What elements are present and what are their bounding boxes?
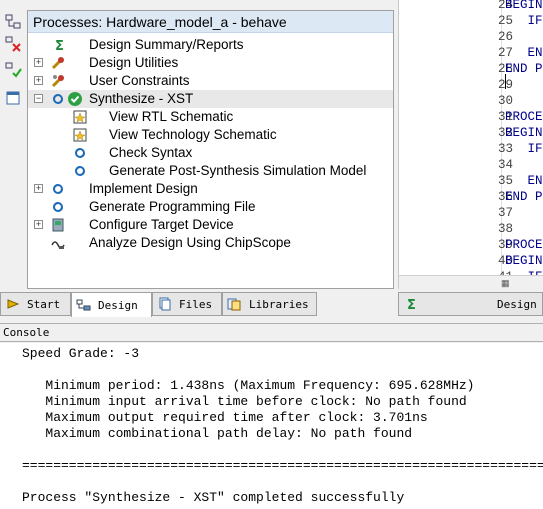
start-icon bbox=[5, 296, 21, 312]
svg-text:Σ: Σ bbox=[407, 298, 416, 311]
run-icon bbox=[50, 181, 66, 197]
line-number: 26 bbox=[497, 30, 513, 44]
console-line: Minimum input arrival time before clock:… bbox=[22, 394, 467, 409]
left-toolbar bbox=[0, 0, 27, 289]
process-item-synthesize-xst[interactable]: − Synthesize - XST bbox=[28, 90, 393, 108]
tab-libraries[interactable]: Libraries bbox=[222, 292, 317, 316]
svg-text:Σ: Σ bbox=[55, 39, 64, 52]
code-editor[interactable]: 24BEGIN25 IF2627 EN28END P293031PROCE32B… bbox=[398, 0, 543, 289]
collapse-icon[interactable]: − bbox=[34, 94, 43, 103]
processes-panel: Processes: Hardware_model_a - behave Σ D… bbox=[27, 10, 394, 289]
scroll-right-arrow-icon[interactable]: ▦ bbox=[501, 278, 510, 289]
code-line: EN bbox=[505, 174, 543, 188]
console-line: Maximum combinational path delay: No pat… bbox=[22, 426, 413, 441]
expand-icon[interactable]: + bbox=[34, 76, 43, 85]
process-item-check-syntax[interactable]: Check Syntax bbox=[28, 144, 393, 162]
process-item-implement-design[interactable]: + Implement Design bbox=[28, 180, 393, 198]
run-icon bbox=[50, 199, 66, 215]
process-item-view-technology-schematic[interactable]: View Technology Schematic bbox=[28, 126, 393, 144]
code-line: IF bbox=[505, 142, 543, 156]
process-item-user-constraints[interactable]: + User Constraints bbox=[28, 72, 393, 90]
line-number: 38 bbox=[497, 222, 513, 236]
design-icon bbox=[76, 297, 92, 313]
constraints-icon bbox=[50, 73, 66, 89]
expand-icon[interactable]: + bbox=[34, 58, 43, 67]
chipscope-icon bbox=[50, 235, 66, 251]
code-line: END P bbox=[505, 190, 543, 204]
code-line: BEGIN bbox=[505, 254, 543, 268]
window-icon[interactable] bbox=[3, 88, 23, 108]
tools-icon bbox=[50, 55, 66, 71]
process-item-design-summary[interactable]: Σ Design Summary/Reports bbox=[28, 36, 393, 54]
process-item-generate-programming-file[interactable]: Generate Programming File bbox=[28, 198, 393, 216]
tab-start[interactable]: Start bbox=[0, 292, 71, 316]
check-icon bbox=[67, 91, 83, 107]
tab-files[interactable]: Files bbox=[152, 292, 222, 316]
line-number: 37 bbox=[497, 206, 513, 220]
console-title: Console bbox=[0, 323, 543, 342]
expand-icon[interactable]: + bbox=[34, 220, 43, 229]
process-item-configure-target-device[interactable]: + Configure Target Device bbox=[28, 216, 393, 234]
console-line: Maximum output required time after clock… bbox=[22, 410, 428, 425]
run-icon bbox=[50, 91, 66, 107]
process-item-design-utilities[interactable]: + Design Utilities bbox=[28, 54, 393, 72]
check-hierarchy-icon[interactable] bbox=[3, 60, 23, 80]
rtl-schematic-icon bbox=[72, 109, 88, 125]
code-line: PROCE bbox=[505, 110, 543, 124]
right-tab-bar: Σ Design bbox=[398, 292, 543, 317]
console-line: Process "Synthesize - XST" completed suc… bbox=[22, 490, 405, 505]
expand-icon[interactable]: + bbox=[34, 184, 43, 193]
process-item-view-rtl-schematic[interactable]: View RTL Schematic bbox=[28, 108, 393, 126]
processes-header: Processes: Hardware_model_a - behave bbox=[28, 11, 393, 33]
remove-icon[interactable] bbox=[3, 34, 23, 54]
console-line: ========================================… bbox=[22, 458, 543, 473]
horizontal-scrollbar[interactable]: ▦ bbox=[399, 275, 543, 289]
tab-design-right[interactable]: Σ Design bbox=[398, 292, 543, 316]
run-icon bbox=[72, 163, 88, 179]
run-icon bbox=[72, 145, 88, 161]
console-line: Minimum period: 1.438ns (Maximum Frequen… bbox=[22, 378, 475, 393]
text-cursor bbox=[505, 74, 506, 89]
code-line: EN bbox=[505, 46, 543, 60]
sigma-icon: Σ bbox=[405, 296, 421, 312]
files-icon bbox=[157, 296, 173, 312]
console-line: Speed Grade: -3 bbox=[22, 346, 140, 361]
code-line: BEGIN bbox=[505, 0, 543, 12]
console-output[interactable]: Speed Grade: -3 Minimum period: 1.438ns … bbox=[0, 343, 543, 509]
hierarchy-icon[interactable] bbox=[3, 12, 23, 32]
panel-tab-bar: Start Design Files Libraries bbox=[0, 292, 398, 317]
tech-schematic-icon bbox=[72, 127, 88, 143]
process-item-generate-post-synthesis-sim[interactable]: Generate Post-Synthesis Simulation Model bbox=[28, 162, 393, 180]
code-line: PROCE bbox=[505, 238, 543, 252]
tab-design[interactable]: Design bbox=[71, 292, 152, 317]
line-number: 30 bbox=[497, 94, 513, 108]
code-line: END P bbox=[505, 62, 543, 76]
sigma-icon: Σ bbox=[52, 37, 68, 53]
code-line: BEGIN bbox=[505, 126, 543, 140]
line-number: 34 bbox=[497, 158, 513, 172]
process-item-analyze-chipscope[interactable]: Analyze Design Using ChipScope bbox=[28, 234, 393, 252]
libraries-icon bbox=[227, 296, 243, 312]
line-number-gutter bbox=[399, 0, 495, 275]
code-line: IF bbox=[505, 14, 543, 28]
device-icon bbox=[50, 217, 66, 233]
